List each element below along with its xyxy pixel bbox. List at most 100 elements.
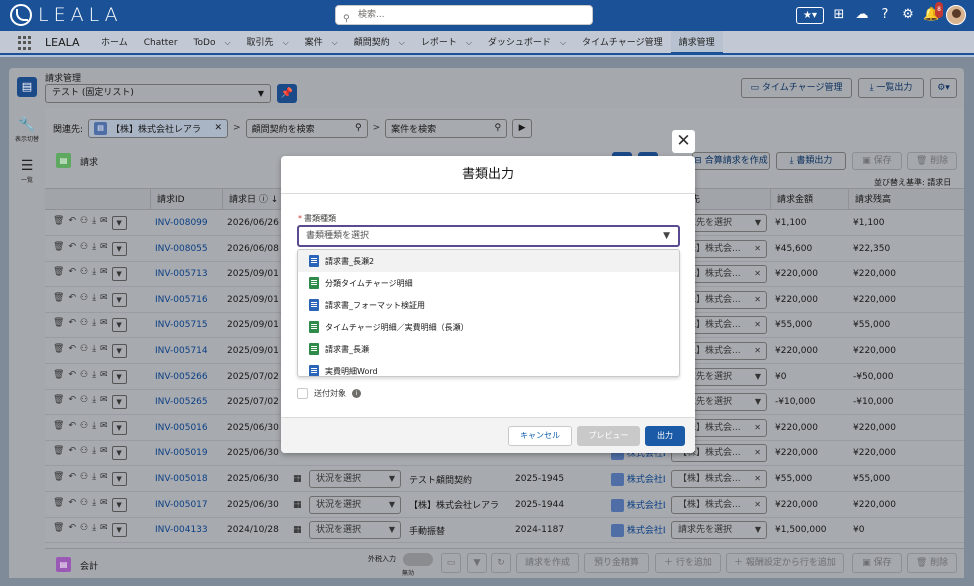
download-icon[interactable]: ⤓ (92, 498, 96, 512)
tax-toggle[interactable] (403, 553, 433, 566)
close-icon[interactable]: ✕ (754, 343, 761, 359)
close-icon[interactable]: ✕ (754, 497, 761, 513)
mail-icon[interactable]: ✉ (100, 318, 108, 332)
row-menu-button[interactable]: ▼ (111, 420, 127, 435)
documents-output-button[interactable]: ⤓ 書類出力 (776, 152, 846, 170)
undo-icon[interactable]: ↶ (68, 293, 76, 307)
close-icon[interactable]: ✕ (754, 241, 761, 257)
hierarchy-icon[interactable]: ⚇ (80, 472, 88, 486)
row-menu-button[interactable]: ▼ (111, 446, 127, 461)
hierarchy-icon[interactable]: ⚇ (80, 267, 88, 281)
row-menu-button[interactable]: ▼ (111, 369, 127, 384)
nav-item[interactable]: タイムチャージ管理 (574, 31, 671, 55)
row-menu-button[interactable]: ▼ (111, 497, 127, 512)
trash-icon[interactable]: 🗑 (53, 446, 64, 460)
chevron-down-icon[interactable]: ▼ (755, 369, 761, 385)
nav-item[interactable]: 顧問契約 ⌵ (346, 31, 413, 55)
chevron-down-icon[interactable]: ⌵ (224, 38, 230, 47)
mail-icon[interactable]: ✉ (100, 421, 108, 435)
footer-save-button[interactable]: ▣ 保存 (852, 553, 902, 573)
mail-icon[interactable]: ✉ (100, 523, 108, 537)
row-menu-button[interactable]: ▼ (111, 472, 127, 486)
close-icon[interactable]: ✕ (754, 420, 761, 436)
account-link[interactable]: 株式会社L (605, 523, 665, 538)
timecharge-button[interactable]: ▭ タイムチャージ管理 (741, 78, 852, 98)
nav-item[interactable]: レポート ⌵ (413, 31, 480, 55)
cloud-icon[interactable]: ☁ (854, 7, 870, 23)
download-icon[interactable]: ⤓ (92, 344, 96, 358)
undo-icon[interactable]: ↶ (68, 498, 76, 512)
download-icon[interactable]: ⤓ (92, 370, 96, 384)
app-logo[interactable]: LEALA (10, 4, 123, 26)
footer-delete-button[interactable]: 🗑 削除 (907, 553, 957, 573)
invoice-id-link[interactable]: INV-008055 (149, 244, 221, 254)
account-link[interactable]: 株式会社L (605, 498, 665, 512)
undo-icon[interactable]: ↶ (68, 344, 76, 358)
bell-icon[interactable]: 🔔 8 (923, 2, 943, 23)
mail-icon[interactable]: ✉ (100, 395, 108, 409)
invoice-id-link[interactable]: INV-005016 (149, 423, 221, 433)
hierarchy-icon[interactable]: ⚇ (80, 421, 88, 435)
invoice-id-link[interactable]: INV-005716 (149, 295, 221, 305)
app-launcher-icon[interactable] (18, 36, 32, 50)
mail-icon[interactable]: ✉ (100, 370, 108, 384)
trash-icon[interactable]: 🗑 (53, 267, 64, 281)
download-icon[interactable]: ⤓ (92, 472, 96, 486)
add-icon[interactable]: ⊞ (831, 7, 847, 23)
nav-item[interactable]: ダッシュボード ⌵ (480, 31, 574, 55)
status-select[interactable]: 状況を選択 ▼ (309, 470, 401, 488)
undo-icon[interactable]: ↶ (68, 421, 76, 435)
status-select[interactable]: 状況を選択 ▼ (309, 495, 401, 514)
column-header-balance[interactable]: 請求残高 (849, 189, 964, 209)
chevron-down-icon[interactable]: ⌵ (332, 38, 338, 47)
trash-icon[interactable]: 🗑 (53, 523, 64, 537)
chevron-down-icon[interactable]: ▼ (755, 394, 761, 410)
chevron-down-icon[interactable]: ▼ (755, 215, 761, 231)
send-target-checkbox[interactable] (297, 388, 308, 399)
close-icon[interactable]: ✕ (754, 471, 761, 487)
pin-list-button[interactable]: 📌 (277, 84, 297, 103)
combine-invoice-button[interactable]: ⊟ 合算請求を作成 (692, 152, 770, 170)
undo-icon[interactable]: ↶ (68, 370, 76, 384)
download-icon[interactable]: ⤓ (92, 318, 96, 332)
settings-menu-button[interactable]: ⚙▾ (930, 78, 957, 98)
trash-icon[interactable]: 🗑 (53, 344, 64, 358)
invoice-id-link[interactable]: INV-008099 (149, 218, 221, 228)
undo-icon[interactable]: ↶ (68, 472, 76, 486)
trash-icon[interactable]: 🗑 (53, 216, 64, 230)
delete-button[interactable]: 🗑 削除 (907, 152, 957, 170)
add-row-from-reward-button[interactable]: ＋ 報酬設定から行を追加 (726, 553, 844, 573)
invoice-id-link[interactable]: INV-005715 (149, 320, 221, 330)
invoice-id-link[interactable]: INV-005266 (149, 372, 221, 382)
trash-icon[interactable]: 🗑 (53, 395, 64, 409)
nav-item[interactable]: ホーム (93, 31, 136, 55)
column-header-amount[interactable]: 請求金額 (771, 189, 849, 209)
row-menu-button[interactable]: ▼ (111, 292, 127, 307)
info-icon[interactable]: i (352, 389, 361, 398)
modal-close-button[interactable]: ✕ (672, 130, 695, 153)
help-icon[interactable]: ? (877, 7, 893, 23)
next-button[interactable]: ▶ (512, 118, 533, 138)
mail-icon[interactable]: ✉ (100, 446, 108, 460)
hierarchy-icon[interactable]: ⚇ (80, 242, 88, 256)
invoice-id-link[interactable]: INV-004133 (149, 525, 221, 535)
chevron-down-icon[interactable]: ⌵ (399, 38, 405, 47)
nav-item[interactable]: 請求管理 (670, 31, 723, 55)
hierarchy-icon[interactable]: ⚇ (80, 293, 88, 307)
mail-icon[interactable]: ✉ (100, 216, 108, 230)
export-list-button[interactable]: ⤓ 一覧出力 (858, 78, 924, 98)
refresh-button[interactable]: ↻ (491, 553, 511, 573)
calendar-icon[interactable]: ▦ (287, 525, 303, 535)
chevron-down-icon[interactable]: ▼ (755, 522, 761, 538)
document-type-select[interactable]: 書類種類を選択 ▼ (297, 225, 680, 247)
billto-select[interactable]: 請求先を選択 ▼ (671, 521, 767, 540)
row-menu-button[interactable]: ▼ (111, 267, 127, 282)
save-button[interactable]: ▣ 保存 (852, 152, 902, 170)
list-view-select[interactable]: テスト (固定リスト) ▼ (45, 84, 271, 103)
invoice-id-link[interactable]: INV-005019 (149, 448, 221, 458)
row-menu-button[interactable]: ▼ (111, 241, 127, 256)
mail-icon[interactable]: ✉ (100, 267, 108, 281)
undo-icon[interactable]: ↶ (68, 267, 76, 281)
case-search-input[interactable]: 案件を検索 ⚲ (385, 118, 508, 138)
download-icon[interactable]: ⤓ (92, 523, 96, 537)
